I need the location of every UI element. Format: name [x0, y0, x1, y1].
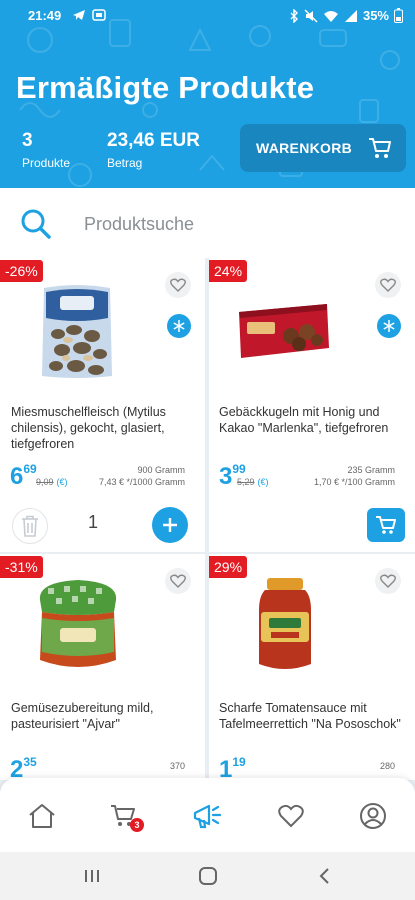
status-time: 21:49	[28, 8, 62, 23]
product-card[interactable]: 24% Gebäckkugeln mit Honig und Kakao "Ma…	[209, 258, 415, 552]
plus-icon[interactable]	[152, 507, 188, 543]
shopping-cart-icon	[369, 138, 392, 158]
old-price-value: 5,29	[237, 477, 255, 487]
product-count-label: Produkte	[22, 156, 71, 170]
product-weight: 235 Gramm 1,70 € */100 Gramm	[314, 464, 395, 488]
total-amount-label: Betrag	[107, 156, 143, 170]
back-icon[interactable]	[312, 866, 336, 886]
discount-badge: 24%	[209, 260, 248, 282]
old-price: 9,09 (€)	[36, 477, 68, 487]
price-cents: 99	[232, 462, 246, 476]
bottom-navigation: 3	[0, 778, 415, 852]
battery-percent: 35%	[362, 8, 389, 23]
search-icon[interactable]	[20, 208, 52, 240]
product-count: 3 Produkte	[22, 130, 70, 170]
home-button-icon[interactable]	[196, 866, 220, 886]
total-amount: 23,46 EUR Betrag	[107, 130, 200, 170]
product-name: Gebäckkugeln mit Honig und Kakao "Marlen…	[219, 405, 389, 435]
product-name: Scharfe Tomatensauce mit Tafelmeerrettic…	[219, 701, 401, 731]
unit-price: 1,70 € */100 Gramm	[313, 477, 395, 487]
product-count-value: 3	[22, 130, 33, 151]
wifi-icon	[323, 10, 338, 22]
product-weight: 370	[170, 760, 185, 772]
page-title: Ermäßigte Produkte	[16, 70, 315, 105]
product-card[interactable]: 29% Scharfe Tomatensauce mit Tafelmeerre…	[209, 554, 415, 780]
snowflake-icon	[167, 314, 191, 338]
megaphone-icon	[193, 804, 222, 829]
screenshot-icon	[92, 9, 106, 21]
old-price-value: 9,09	[36, 477, 54, 487]
nav-favorites[interactable]	[273, 798, 309, 834]
battery-icon	[394, 8, 403, 23]
product-image-tomato-sauce-jar	[259, 578, 311, 669]
product-card[interactable]: -26% Miesmuschelfleisch (Mytilus chilens…	[0, 258, 205, 552]
weight-value: 370	[169, 761, 185, 771]
mute-icon	[304, 8, 318, 23]
status-bar: 21:49 35%	[0, 6, 415, 26]
nav-cart[interactable]: 3	[106, 798, 144, 834]
nav-profile[interactable]	[355, 798, 391, 834]
price-euros: 6	[10, 463, 24, 490]
unit-price: 7,43 € */1000 Gramm	[98, 477, 185, 487]
price-cents: 69	[23, 462, 37, 476]
price-euros: 1	[219, 756, 233, 780]
discount-badge: -31%	[0, 556, 43, 578]
weight-value: 280	[379, 761, 395, 771]
favorite-heart-icon[interactable]	[165, 568, 191, 594]
euro-note: (€)	[56, 477, 68, 487]
telegram-icon	[73, 10, 85, 20]
price-euros: 2	[10, 756, 24, 780]
add-to-cart-button[interactable]	[367, 508, 405, 542]
product-card[interactable]: -31% Gemüsezubereitung mild, pasteurisie…	[0, 554, 205, 780]
nav-home[interactable]	[24, 798, 60, 834]
price-euros: 3	[219, 463, 233, 490]
signal-icon	[344, 9, 357, 22]
product-weight: 900 Gramm 7,43 € */1000 Gramm	[99, 464, 185, 488]
bluetooth-icon	[290, 8, 298, 23]
product-price: 235	[10, 755, 37, 780]
favorite-heart-icon[interactable]	[375, 568, 401, 594]
weight-value: 900 Gramm	[137, 465, 185, 475]
search-bar	[0, 188, 415, 258]
warenkorb-button-label: WARENKORB	[256, 140, 353, 156]
heart-icon	[278, 804, 304, 828]
product-name: Gemüsezubereitung mild, pasteurisiert "A…	[11, 701, 154, 731]
user-profile-icon	[360, 803, 386, 829]
recent-apps-icon[interactable]	[80, 866, 104, 886]
cart-count-badge: 3	[130, 818, 144, 832]
euro-note: (€)	[257, 477, 269, 487]
price-cents: 19	[232, 755, 246, 769]
product-price: 669	[10, 462, 37, 491]
system-navigation-bar	[0, 852, 415, 900]
discount-badge: -26%	[0, 260, 43, 282]
header: 21:49 35% Ermäßigte Produkte 3 Produkte …	[0, 0, 415, 188]
old-price: 5,29 (€)	[237, 477, 269, 487]
product-weight: 280	[380, 760, 395, 772]
search-input[interactable]	[84, 208, 384, 240]
product-image-mussels	[42, 285, 112, 378]
home-icon	[29, 804, 55, 828]
price-cents: 35	[23, 755, 37, 769]
favorite-heart-icon[interactable]	[165, 272, 191, 298]
discount-badge: 29%	[209, 556, 248, 578]
nav-offers[interactable]	[190, 798, 226, 834]
warenkorb-button[interactable]: WARENKORB	[240, 124, 406, 172]
product-image-marlenka-box	[239, 304, 329, 358]
weight-value: 235 Gramm	[347, 465, 395, 475]
snowflake-icon	[377, 314, 401, 338]
shopping-cart-icon	[376, 516, 396, 534]
product-image-ajvar-jar	[39, 580, 117, 667]
product-price: 119	[219, 755, 246, 780]
quantity-value[interactable]: 1	[88, 512, 98, 533]
trash-icon[interactable]	[12, 508, 48, 544]
product-name: Miesmuschelfleisch (Mytilus chilensis), …	[11, 405, 166, 451]
quantity-stepper: 1	[10, 504, 188, 546]
favorite-heart-icon[interactable]	[375, 272, 401, 298]
total-amount-value: 23,46 EUR	[107, 130, 200, 151]
